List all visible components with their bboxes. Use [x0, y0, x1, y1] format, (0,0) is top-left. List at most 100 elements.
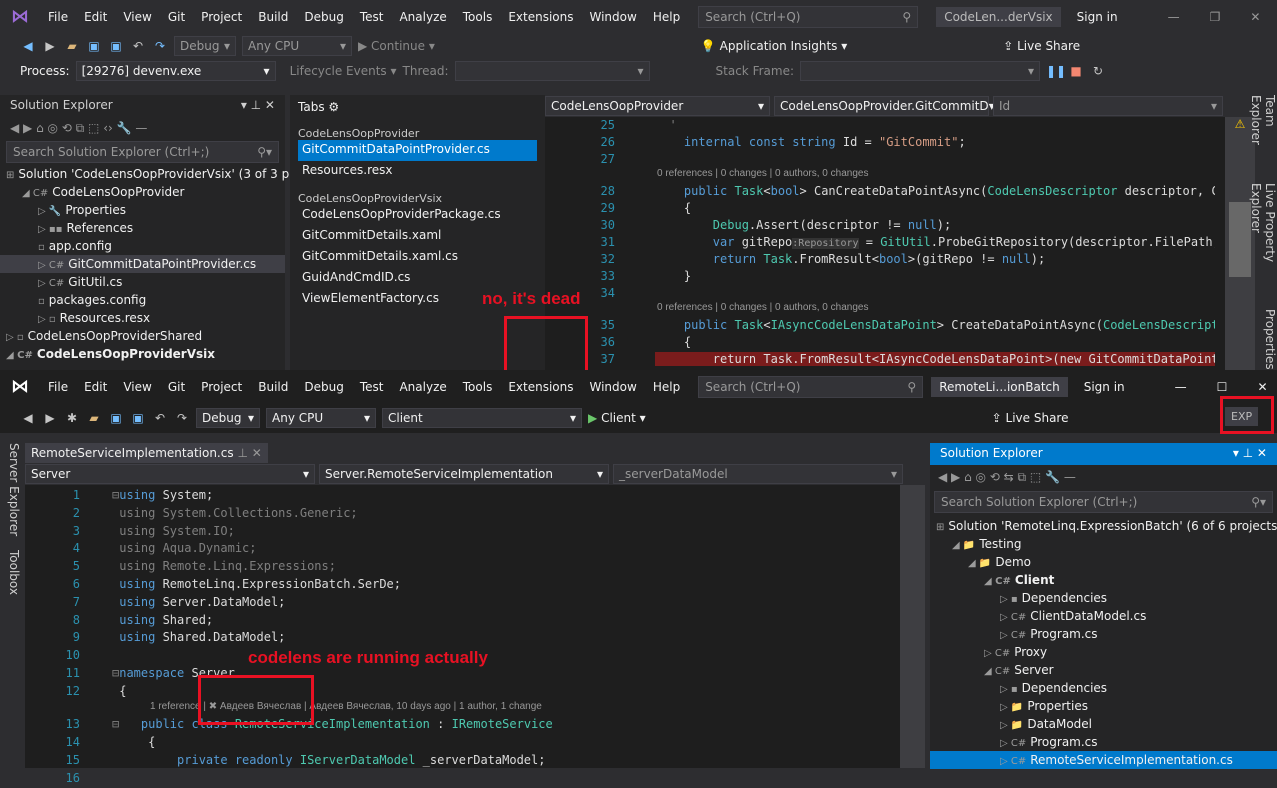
member-nav-select[interactable]: _serverDataModel ▾ — [613, 464, 903, 484]
code-line[interactable]: 1 ⊟using System; — [50, 487, 895, 505]
menu-tools[interactable]: Tools — [455, 10, 501, 24]
tree-item[interactable]: ◢ C# CodeLensOopProviderVsix — [0, 345, 285, 363]
code-line[interactable]: 12 { — [50, 683, 895, 701]
code-line[interactable]: 29 { — [585, 200, 1215, 217]
new-item-icon[interactable]: ✱ — [64, 411, 80, 425]
menu-build[interactable]: Build — [250, 10, 296, 24]
code-line[interactable]: 3 using System.IO; — [50, 523, 895, 541]
menu-help[interactable]: Help — [645, 10, 688, 24]
codelens-info[interactable]: 0 references | 0 changes | 0 authors, 0 … — [585, 168, 1215, 183]
tree-item[interactable]: ▷ C# ClientDataModel.cs — [930, 607, 1277, 625]
code-line[interactable]: 6 using RemoteLinq.ExpressionBatch.SerDe… — [50, 576, 895, 594]
type-nav-select[interactable]: CodeLensOopProvider.GitCommitD ▾ — [774, 96, 995, 116]
forward-icon[interactable]: ▶ — [42, 411, 58, 425]
menu-edit[interactable]: Edit — [76, 10, 115, 24]
tree-item[interactable]: ▷ ▫ Resources.resx — [0, 309, 285, 327]
editor-scrollbar[interactable] — [900, 485, 925, 768]
editor-scrollbar[interactable]: ⚠ — [1225, 117, 1255, 370]
menu-help[interactable]: Help — [645, 380, 688, 394]
save-all-icon[interactable]: ▣ — [108, 39, 124, 53]
menu-project[interactable]: Project — [193, 380, 250, 394]
se-search-input[interactable]: Search Solution Explorer (Ctrl+;) ⚲▾ — [934, 491, 1273, 513]
type-nav-select[interactable]: Server.RemoteServiceImplementation ▾ — [319, 464, 609, 484]
tree-item[interactable]: ▷ C# GitUtil.cs — [0, 273, 285, 291]
menu-project[interactable]: Project — [193, 10, 250, 24]
menu-debug[interactable]: Debug — [296, 380, 351, 394]
code-line[interactable]: 32 return Task.FromResult<bool>(gitRepo … — [585, 251, 1215, 268]
startup-project-select[interactable]: Client ▾ — [382, 408, 582, 428]
tree-item[interactable]: ▷ 🔧 Properties — [0, 201, 285, 219]
redo-icon[interactable]: ↷ — [152, 39, 168, 53]
stack-frame-select[interactable]: ▾ — [800, 60, 1040, 81]
code-line[interactable]: 27 — [585, 151, 1215, 168]
tab-file-item[interactable]: GitCommitDetails.xaml.cs — [298, 247, 537, 268]
sign-in-link[interactable]: Sign in — [1077, 10, 1118, 24]
bottom-search-input[interactable]: Search (Ctrl+Q) ⚲ — [698, 375, 924, 398]
back-icon[interactable]: ◀ — [20, 39, 36, 53]
code-line[interactable]: 7 using Server.DataModel; — [50, 594, 895, 612]
tree-item[interactable]: ⊞ Solution 'CodeLensOopProviderVsix' (3 o… — [0, 165, 294, 183]
menu-test[interactable]: Test — [352, 10, 392, 24]
code-line[interactable]: 28 public Task<bool> CanCreateDataPointA… — [585, 183, 1215, 200]
tree-item[interactable]: ▷ ▪ Dependencies — [930, 679, 1277, 697]
menu-git[interactable]: Git — [160, 380, 193, 394]
open-folder-icon[interactable]: ▰ — [64, 39, 80, 53]
close-tab-icon[interactable]: ✕ — [252, 446, 262, 460]
doc-tab[interactable]: RemoteServiceImplementation.cs ⊥ ✕ — [25, 443, 268, 463]
app-insights-button[interactable]: 💡 Application Insights ▾ — [701, 39, 847, 53]
close-button[interactable]: ✕ — [1250, 10, 1260, 24]
code-line[interactable]: 34 — [585, 285, 1215, 302]
tree-item[interactable]: ◢ C# CodeLensOopProvider — [0, 183, 285, 201]
code-line[interactable]: 5 using Remote.Linq.Expressions; — [50, 558, 895, 576]
tree-item[interactable]: ◢ 📁 Demo — [930, 553, 1277, 571]
code-line[interactable]: 4 using Aqua.Dynamic; — [50, 540, 895, 558]
se-search-input[interactable]: Search Solution Explorer (Ctrl+;) ⚲▾ — [6, 141, 279, 163]
save-icon[interactable]: ▣ — [86, 39, 102, 53]
code-line[interactable]: 31 var gitRepo:Repository = GitUtil.Prob… — [585, 234, 1215, 251]
tab-file-item[interactable]: Resources.resx — [298, 161, 537, 182]
codelens-info[interactable]: 0 references | 0 changes | 0 authors, 0 … — [585, 302, 1215, 317]
tree-item[interactable]: ▷ C# Program.cs — [930, 733, 1277, 751]
thread-select[interactable]: ▾ — [454, 60, 650, 81]
tree-item[interactable]: ▷ ▫ CodeLensOopProviderShared — [0, 327, 285, 345]
member-nav-select[interactable]: Id ▾ — [993, 96, 1223, 116]
code-line[interactable]: 37 return Task.FromResult<IAsyncCodeLens… — [585, 351, 1215, 368]
side-tab[interactable]: Server Explorer — [3, 443, 21, 536]
code-line[interactable]: 16 — [50, 770, 895, 788]
tree-item[interactable]: ▷ C# Proxy — [930, 643, 1277, 661]
code-line[interactable]: 26 internal const string Id = "GitCommit… — [585, 134, 1215, 151]
menu-tools[interactable]: Tools — [455, 380, 501, 394]
code-line[interactable]: 13 ⊟ public class RemoteServiceImplementa… — [50, 716, 895, 734]
menu-view[interactable]: View — [115, 10, 159, 24]
menu-window[interactable]: Window — [582, 10, 645, 24]
stop-icon[interactable]: ■ — [1068, 64, 1084, 78]
forward-icon[interactable]: ▶ — [42, 39, 58, 53]
code-line[interactable]: 33 } — [585, 268, 1215, 285]
menu-test[interactable]: Test — [352, 380, 392, 394]
pin-icon[interactable]: ▾ ⊥ ✕ — [241, 98, 275, 114]
code-line[interactable]: 2 using System.Collections.Generic; — [50, 505, 895, 523]
menu-debug[interactable]: Debug — [296, 10, 351, 24]
config-select[interactable]: Debug ▾ — [174, 35, 236, 56]
menu-file[interactable]: File — [40, 10, 76, 24]
live-share-button[interactable]: ⇪ Live Share — [992, 411, 1069, 425]
side-tab[interactable]: Toolbox — [3, 550, 21, 595]
project-nav-select[interactable]: Server ▾ — [25, 464, 315, 484]
tab-file-item[interactable]: GuidAndCmdID.cs — [298, 268, 537, 289]
code-line[interactable]: 25 ' — [585, 117, 1215, 134]
platform-select[interactable]: Any CPU ▾ — [266, 408, 376, 428]
menu-file[interactable]: File — [40, 380, 76, 394]
code-line[interactable]: 36 { — [585, 334, 1215, 351]
menu-build[interactable]: Build — [250, 380, 296, 394]
tree-item[interactable]: ◢ C# Server — [930, 661, 1277, 679]
tree-item[interactable]: ▷ C# RemoteServiceImplementation.cs — [930, 751, 1277, 769]
tree-item[interactable]: ▷ 📁 DataModel — [930, 715, 1277, 733]
lifecycle-events-button[interactable]: Lifecycle Events ▾ — [290, 64, 397, 78]
tree-item[interactable]: ▷ C# Program.cs — [930, 625, 1277, 643]
tree-item[interactable]: ▷ 📁 Properties — [930, 697, 1277, 715]
side-tab[interactable]: Team Explorer — [1249, 95, 1277, 163]
menu-analyze[interactable]: Analyze — [391, 10, 454, 24]
tree-item[interactable]: ▫ app.config — [0, 237, 285, 255]
code-line[interactable]: 14 { — [50, 734, 895, 752]
menu-edit[interactable]: Edit — [76, 380, 115, 394]
